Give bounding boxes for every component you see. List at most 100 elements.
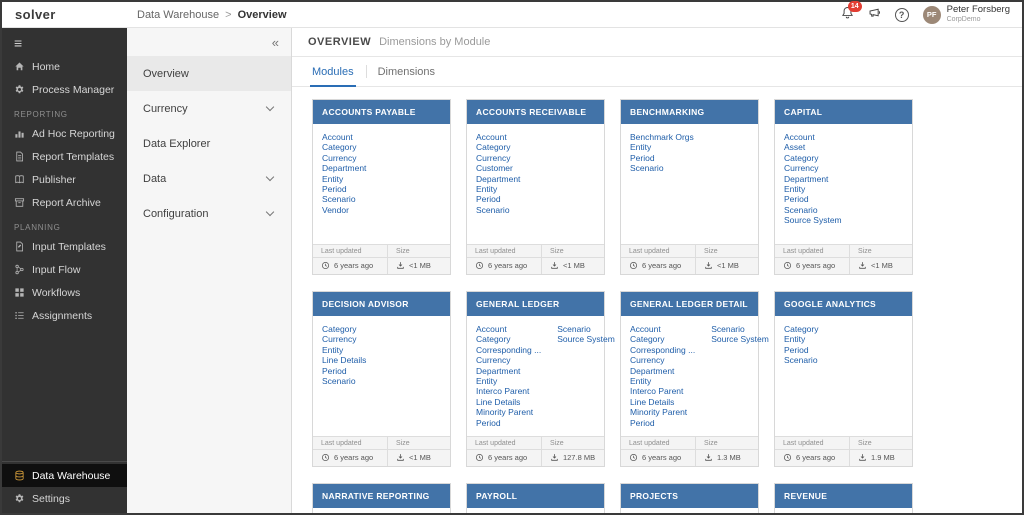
- dimension-link[interactable]: Scenario: [476, 205, 520, 215]
- tab-modules[interactable]: Modules: [300, 57, 366, 86]
- dimension-link[interactable]: Account: [630, 324, 695, 334]
- module-card-header[interactable]: ACCOUNTS PAYABLE: [313, 100, 450, 124]
- dimension-link[interactable]: Line Details: [476, 397, 541, 407]
- collapse-sidebar-button[interactable]: «: [127, 30, 291, 56]
- sidebar-item-publisher[interactable]: Publisher: [2, 168, 127, 191]
- module-card-header[interactable]: ACCOUNTS RECEIVABLE: [467, 100, 604, 124]
- dimension-link[interactable]: Line Details: [322, 355, 366, 365]
- module-card-header[interactable]: NARRATIVE REPORTING: [313, 484, 450, 508]
- subnav-item-data-explorer[interactable]: Data Explorer: [127, 126, 291, 161]
- dimension-link[interactable]: Asset: [784, 142, 842, 152]
- dimension-link[interactable]: Currency: [784, 163, 842, 173]
- dimension-link[interactable]: Entity: [784, 334, 819, 344]
- sidebar-item-data-warehouse[interactable]: Data Warehouse: [2, 464, 127, 487]
- tab-dimensions[interactable]: Dimensions: [366, 57, 447, 86]
- sidebar-item-input-templates[interactable]: Input Templates: [2, 235, 127, 258]
- dimension-link[interactable]: Period: [322, 366, 366, 376]
- dimension-link[interactable]: Period: [630, 153, 694, 163]
- dimension-link[interactable]: Vendor: [322, 205, 366, 215]
- dimension-link[interactable]: Corresponding ...: [476, 345, 541, 355]
- dimension-link[interactable]: Interco Parent: [630, 386, 695, 396]
- subnav-item-configuration[interactable]: Configuration: [127, 196, 291, 231]
- subnav-item-overview[interactable]: Overview: [127, 56, 291, 91]
- dimension-link[interactable]: Category: [630, 334, 695, 344]
- dimension-link[interactable]: Department: [784, 174, 842, 184]
- menu-button[interactable]: ≡: [2, 28, 127, 55]
- sidebar-item-workflows[interactable]: Workflows: [2, 281, 127, 304]
- dimension-link[interactable]: Line Details: [630, 397, 695, 407]
- sidebar-item-process-manager[interactable]: Process Manager: [2, 78, 127, 101]
- sidebar-item-settings[interactable]: Settings: [2, 487, 127, 510]
- subnav-item-data[interactable]: Data: [127, 161, 291, 196]
- dimension-link[interactable]: Scenario: [557, 324, 615, 334]
- subnav-item-currency[interactable]: Currency: [127, 91, 291, 126]
- dimension-link[interactable]: Period: [476, 418, 541, 428]
- help-button[interactable]: ?: [895, 8, 909, 22]
- dimension-link[interactable]: Entity: [630, 376, 695, 386]
- dimension-link[interactable]: Currency: [322, 334, 366, 344]
- dimension-link[interactable]: Interco Parent: [476, 386, 541, 396]
- announcements-button[interactable]: [868, 6, 881, 24]
- dimension-link[interactable]: Currency: [476, 355, 541, 365]
- dimension-link[interactable]: Corresponding ...: [630, 345, 695, 355]
- dimension-link[interactable]: Scenario: [784, 355, 819, 365]
- dimension-link[interactable]: Minority Parent: [476, 407, 541, 417]
- sidebar-item-home[interactable]: Home: [2, 55, 127, 78]
- dimension-link[interactable]: Department: [476, 174, 520, 184]
- module-card-header[interactable]: REVENUE: [775, 484, 912, 508]
- dimension-link[interactable]: Scenario: [784, 205, 842, 215]
- dimension-link[interactable]: Period: [630, 418, 695, 428]
- sidebar-item-report-templates[interactable]: Report Templates: [2, 145, 127, 168]
- module-card-header[interactable]: PROJECTS: [621, 484, 758, 508]
- dimension-link[interactable]: Entity: [322, 345, 366, 355]
- sidebar-item-ad-hoc-reporting[interactable]: Ad Hoc Reporting: [2, 122, 127, 145]
- sidebar-item-report-archive[interactable]: Report Archive: [2, 191, 127, 214]
- dimension-link[interactable]: Category: [784, 324, 819, 334]
- module-card-header[interactable]: GOOGLE ANALYTICS: [775, 292, 912, 316]
- dimension-link[interactable]: Department: [630, 366, 695, 376]
- user-menu[interactable]: PF Peter Forsberg CorpDemo: [923, 5, 1010, 24]
- dimension-link[interactable]: Entity: [784, 184, 842, 194]
- dimension-link[interactable]: Account: [476, 132, 520, 142]
- dimension-link[interactable]: Account: [784, 132, 842, 142]
- module-card-header[interactable]: CAPITAL: [775, 100, 912, 124]
- dimension-link[interactable]: Period: [322, 184, 366, 194]
- dimension-link[interactable]: Period: [784, 345, 819, 355]
- module-card-header[interactable]: GENERAL LEDGER DETAIL: [621, 292, 758, 316]
- dimension-link[interactable]: Scenario: [630, 163, 694, 173]
- dimension-link[interactable]: Entity: [476, 184, 520, 194]
- dimension-link[interactable]: Source System: [711, 334, 769, 344]
- dimension-link[interactable]: Department: [476, 366, 541, 376]
- module-card-header[interactable]: GENERAL LEDGER: [467, 292, 604, 316]
- dimension-link[interactable]: Department: [322, 163, 366, 173]
- dimension-link[interactable]: Source System: [784, 215, 842, 225]
- dimension-link[interactable]: Category: [784, 153, 842, 163]
- dimension-link[interactable]: Account: [322, 132, 366, 142]
- sidebar-item-assignments[interactable]: Assignments: [2, 304, 127, 327]
- dimension-link[interactable]: Entity: [322, 174, 366, 184]
- dimension-link[interactable]: Benchmark Orgs: [630, 132, 694, 142]
- dimension-link[interactable]: Entity: [630, 142, 694, 152]
- module-card-header[interactable]: BENCHMARKING: [621, 100, 758, 124]
- dimension-link[interactable]: Scenario: [322, 376, 366, 386]
- dimension-link[interactable]: Category: [322, 324, 366, 334]
- dimension-link[interactable]: Entity: [476, 376, 541, 386]
- module-card-header[interactable]: DECISION ADVISOR: [313, 292, 450, 316]
- module-card-header[interactable]: PAYROLL: [467, 484, 604, 508]
- dimension-link[interactable]: Scenario: [711, 324, 769, 334]
- dimension-link[interactable]: Customer: [476, 163, 520, 173]
- dimension-link[interactable]: Currency: [630, 355, 695, 365]
- dimension-link[interactable]: Minority Parent: [630, 407, 695, 417]
- dimension-link[interactable]: Account: [476, 324, 541, 334]
- dimension-link[interactable]: Period: [476, 194, 520, 204]
- dimension-link[interactable]: Scenario: [322, 194, 366, 204]
- dimension-link[interactable]: Period: [784, 194, 842, 204]
- dimension-link[interactable]: Currency: [322, 153, 366, 163]
- sidebar-item-input-flow[interactable]: Input Flow: [2, 258, 127, 281]
- dimension-link[interactable]: Category: [322, 142, 366, 152]
- dimension-link[interactable]: Currency: [476, 153, 520, 163]
- breadcrumb-parent[interactable]: Data Warehouse: [137, 9, 219, 21]
- dimension-link[interactable]: Category: [476, 334, 541, 344]
- dimension-link[interactable]: Category: [476, 142, 520, 152]
- notifications-button[interactable]: 14: [841, 6, 854, 24]
